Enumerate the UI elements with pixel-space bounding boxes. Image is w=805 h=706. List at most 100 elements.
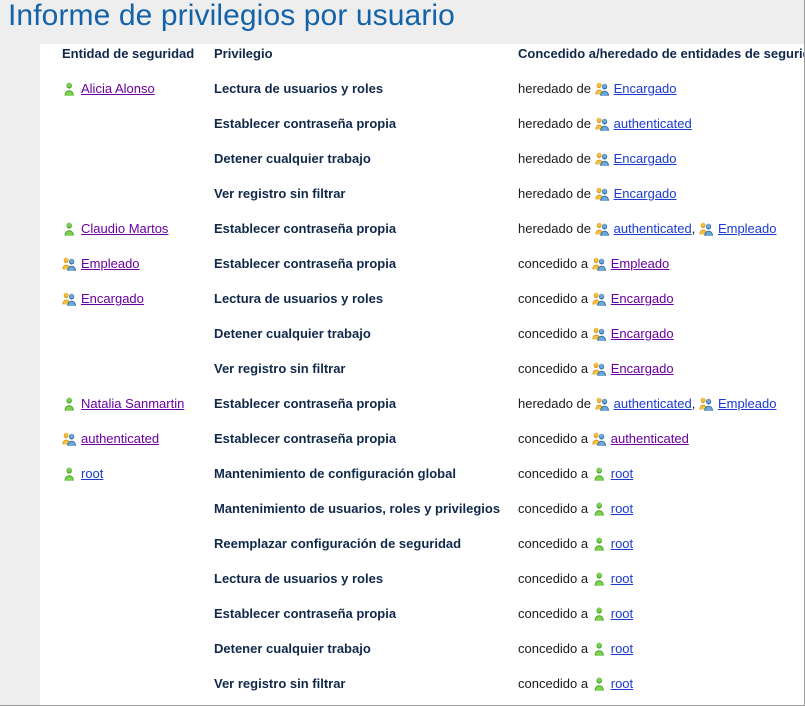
granted-principal-link[interactable]: Encargado [611, 291, 674, 306]
cell-privilege: Ver registro sin filtrar [214, 184, 518, 204]
granted-principal-link[interactable]: root [611, 466, 633, 481]
cell-privilege: Detener cualquier trabajo [214, 639, 518, 659]
group-icon [699, 222, 714, 236]
cell-granted: concedido a root [518, 604, 804, 624]
group-icon [595, 117, 610, 131]
granted-principal-link[interactable]: root [611, 641, 633, 656]
column-header-privilege: Privilegio [214, 46, 273, 61]
user-icon [592, 607, 607, 621]
granted-principal-link[interactable]: root [611, 606, 633, 621]
security-principal-link[interactable]: Claudio Martos [81, 221, 168, 236]
table-row: root Mantenimiento de configuración globa… [40, 464, 804, 499]
security-principal-link[interactable]: root [81, 466, 103, 481]
granted-principal: root [592, 604, 633, 624]
cell-entity: authenticated [62, 429, 214, 449]
privilege-label: Lectura de usuarios y roles [214, 571, 384, 586]
cell-privilege: Establecer contraseña propia [214, 219, 518, 239]
granted-principal-link[interactable]: Empleado [718, 396, 777, 411]
cell-granted: heredado de authenticated, Empleado [518, 219, 804, 239]
security-principal: Natalia Sanmartin [62, 394, 184, 414]
report-content-pane: Entidad de seguridad Privilegio Concedido … [40, 44, 804, 705]
security-principal-link[interactable]: Natalia Sanmartin [81, 396, 184, 411]
cell-granted: concedido a Encargado [518, 324, 804, 344]
table-row: Ver registro sin filtrar concedido a Enca… [40, 359, 804, 394]
user-icon [62, 222, 77, 236]
granted-principal: Encargado [595, 79, 677, 99]
page-title: Informe de privilegios por usuario [8, 0, 455, 32]
security-principal-link[interactable]: Encargado [81, 291, 144, 306]
granted-principal-link[interactable]: Encargado [614, 186, 677, 201]
user-icon [62, 82, 77, 96]
cell-entity: Empleado [62, 254, 214, 274]
cell-privilege: Establecer contraseña propia [214, 429, 518, 449]
security-principal-link[interactable]: Alicia Alonso [81, 81, 155, 96]
column-header-entity: Entidad de seguridad [62, 46, 195, 61]
report-title-bar: Informe de privilegios por usuario [0, 0, 804, 44]
granted-principal: root [592, 674, 633, 694]
granted-principal: Encargado [592, 324, 674, 344]
granted-principal-link[interactable]: authenticated [614, 221, 692, 236]
granted-principal-link[interactable]: Encargado [614, 151, 677, 166]
group-icon [62, 432, 77, 446]
relation-label: heredado de [518, 81, 595, 96]
security-principal: Encargado [62, 289, 144, 309]
privilege-label: Detener cualquier trabajo [214, 641, 371, 656]
granted-principal: root [592, 639, 633, 659]
group-icon [592, 257, 607, 271]
table-row: Mantenimiento de usuarios, roles y privi… [40, 499, 804, 534]
granted-principal-link[interactable]: authenticated [614, 116, 692, 131]
granted-principal: root [592, 464, 633, 484]
group-icon [62, 292, 77, 306]
granted-principal-link[interactable]: authenticated [611, 431, 689, 446]
relation-label: heredado de [518, 151, 595, 166]
table-row: Detener cualquier trabajo heredado de Enc… [40, 149, 804, 184]
granted-principal-link[interactable]: root [611, 676, 633, 691]
granted-principal-link[interactable]: root [611, 536, 633, 551]
cell-entity: Encargado [62, 289, 214, 309]
security-principal: Empleado [62, 254, 140, 274]
cell-privilege: Detener cualquier trabajo [214, 149, 518, 169]
granted-principal-link[interactable]: authenticated [614, 396, 692, 411]
privilege-label: Lectura de usuarios y roles [214, 291, 384, 306]
relation-label: concedido a [518, 606, 592, 621]
cell-privilege: Mantenimiento de usuarios, roles y privi… [214, 499, 518, 519]
privilege-label: Ver registro sin filtrar [214, 676, 346, 691]
privileges-table: Entidad de seguridad Privilegio Concedido … [40, 44, 804, 705]
cell-privilege: Lectura de usuarios y roles [214, 289, 518, 309]
cell-granted: concedido a root [518, 569, 804, 589]
security-principal-link[interactable]: authenticated [81, 431, 159, 446]
granted-principal-link[interactable]: Encargado [614, 81, 677, 96]
group-icon [595, 187, 610, 201]
security-principal-link[interactable]: Empleado [81, 256, 140, 271]
column-header-granted: Concedido a/heredado de entidades de seg… [518, 46, 804, 61]
cell-granted: concedido a root [518, 464, 804, 484]
cell-privilege: Ver registro sin filtrar [214, 674, 518, 694]
relation-label: heredado de [518, 396, 595, 411]
group-icon [595, 397, 610, 411]
granted-principal-link[interactable]: Encargado [611, 326, 674, 341]
granted-principal-link[interactable]: root [611, 571, 633, 586]
privilege-label: Ver registro sin filtrar [214, 186, 346, 201]
cell-privilege: Establecer contraseña propia [214, 114, 518, 134]
granted-principal-link[interactable]: Empleado [718, 221, 777, 236]
user-icon [592, 502, 607, 516]
cell-granted: heredado de Encargado [518, 184, 804, 204]
privilege-label: Mantenimiento de usuarios, roles y privi… [214, 501, 501, 516]
cell-entity: Alicia Alonso [62, 79, 214, 99]
granted-principal: authenticated [592, 429, 689, 449]
granted-principal-link[interactable]: Encargado [611, 361, 674, 376]
privilege-label: Detener cualquier trabajo [214, 151, 371, 166]
granted-principal-link[interactable]: root [611, 501, 633, 516]
relation-label: concedido a [518, 466, 592, 481]
table-row: authenticated Establecer contraseña propi… [40, 429, 804, 464]
granted-principal-link[interactable]: Empleado [611, 256, 670, 271]
principal-separator: , [691, 396, 699, 411]
privilege-label: Establecer contraseña propia [214, 606, 397, 621]
cell-privilege: Establecer contraseña propia [214, 254, 518, 274]
cell-granted: concedido a root [518, 499, 804, 519]
security-principal: Alicia Alonso [62, 79, 155, 99]
user-icon [592, 642, 607, 656]
table-row: Detener cualquier trabajo concedido a roo… [40, 639, 804, 674]
relation-label: concedido a [518, 431, 592, 446]
table-row: Natalia Sanmartin Establecer contraseña p… [40, 394, 804, 429]
